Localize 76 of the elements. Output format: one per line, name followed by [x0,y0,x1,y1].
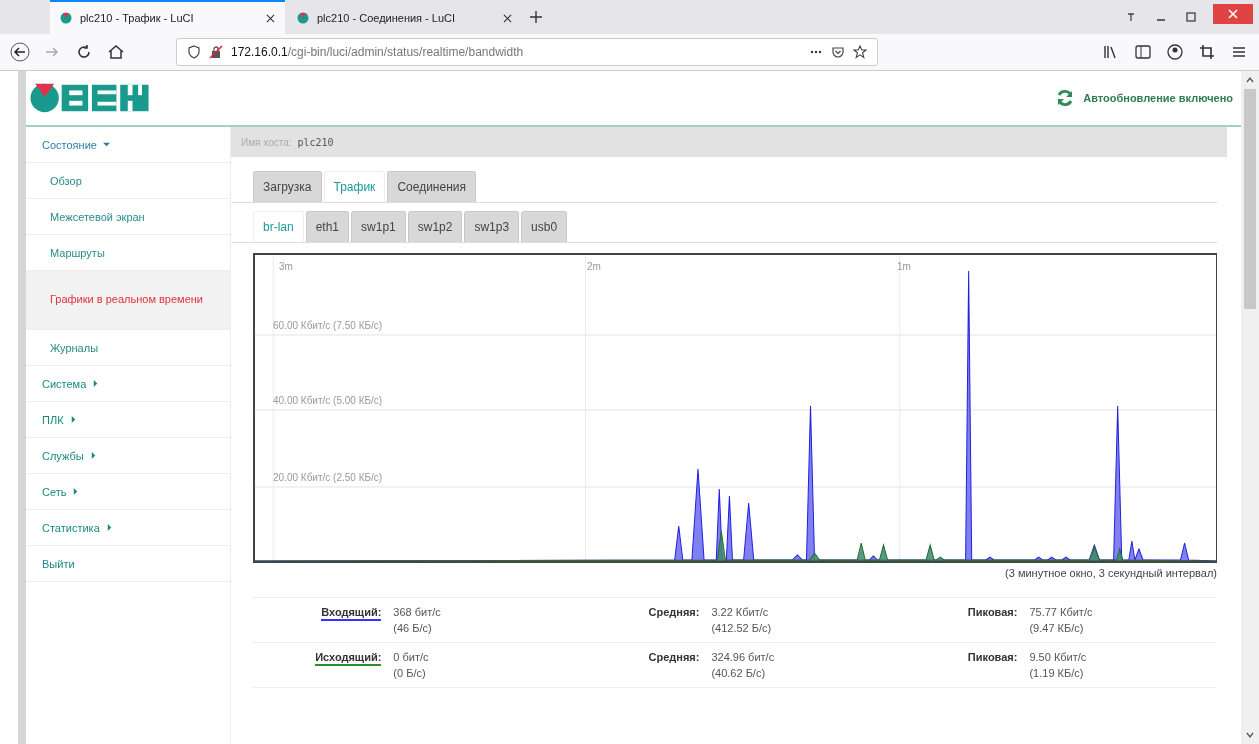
sidebar-subitem[interactable]: Обзор [26,163,230,199]
crop-icon[interactable] [1197,42,1217,62]
graph-caption: (3 минутное окно, 3 секундный интервал) [1004,567,1217,579]
rate-label: 20.00 Кбит/с (2.50 КБ/с) [273,472,383,483]
home-icon[interactable] [106,42,126,62]
favicon-icon [60,12,72,24]
rate-value: 368 бит/с [393,606,442,618]
interface-tab[interactable]: usb0 [521,211,568,242]
sidebar-item[interactable]: Состояние [26,127,230,163]
sidebar-subitem[interactable]: Журналы [26,330,230,366]
average-label: Средняя: [648,651,700,663]
peak-label: Пиковая: [967,606,1018,618]
sidebar-item[interactable]: Выйти [26,546,230,582]
sidebar-item[interactable]: Сеть [26,474,230,510]
sidebar-icon[interactable] [1133,42,1153,62]
interface-tab[interactable]: sw1p1 [351,211,406,242]
star-icon[interactable] [853,45,867,59]
favicon-icon [297,12,309,24]
caret-icon [72,488,80,495]
tab[interactable]: Загрузка [253,171,322,202]
rate-label: 40.00 Кбит/с (5.00 КБ/с) [273,395,383,406]
caret-icon [69,416,77,423]
maximize-icon[interactable] [1185,11,1197,23]
interface-tab[interactable]: eth1 [305,211,350,242]
sidebar-subitem[interactable]: Межсетевой экран [26,199,230,235]
average-value: 324.96 бит/с [711,651,776,663]
address-field[interactable]: 172.16.0.1/cgi-bin/luci/admin/status/realtime/bandwidth [176,38,878,66]
back-icon[interactable] [10,42,30,62]
peak-value: 9.50 Кбит/с [1029,651,1088,663]
interface-tab[interactable]: sw1p3 [464,211,520,242]
average-label: Средняя: [648,606,700,618]
scroll-down-icon[interactable] [1245,730,1255,740]
close-icon[interactable] [266,13,275,23]
rate-value: 0 бит/с [393,651,430,663]
sidebar-item[interactable]: Система [26,366,230,402]
peak-label: Пиковая: [967,651,1018,663]
sidebar-item[interactable]: ПЛК [26,402,230,438]
insecure-lock-icon [209,45,223,59]
scrollbar-thumb[interactable] [1244,89,1256,309]
peak-value: 75.77 Кбит/с [1029,606,1094,618]
caret-icon [92,380,100,387]
traffic-label: Исходящий: [315,651,382,666]
rate-label: 60.00 Кбит/с (7.50 КБ/с) [273,320,383,331]
interface-tab[interactable]: sw1p2 [407,211,463,242]
shield-icon [187,45,201,59]
time-label: 2m [587,261,601,272]
caret-icon [105,524,113,531]
hostname-value: plc210 [297,136,334,148]
average-value: 3.22 Кбит/с [711,606,770,618]
average-bytes: (40.62 Б/с) [711,667,767,679]
tab[interactable]: Трафик [323,171,386,202]
scrollbar[interactable] [1241,71,1259,744]
peak-bytes: (1.19 КБ/с) [1029,667,1085,679]
time-label: 3m [279,261,293,272]
autorefresh-link[interactable]: Автообновление включено [1083,92,1233,104]
sidebar-item[interactable]: Службы [26,438,230,474]
peak-bytes: (9.47 КБ/с) [1029,622,1085,634]
time-label: 1m [897,261,911,272]
account-icon[interactable] [1165,42,1185,62]
close-icon[interactable] [503,13,512,23]
caret-icon [102,141,110,148]
average-bytes: (412.52 Б/с) [711,622,773,634]
caret-icon [89,452,97,459]
sidebar-item[interactable]: Статистика [26,510,230,546]
rate-bytes: (0 Б/с) [393,667,427,679]
rate-bytes: (46 Б/с) [393,622,433,634]
new-tab-icon[interactable] [530,11,542,23]
traffic-label: Входящий: [321,606,382,621]
pocket-icon[interactable] [831,45,845,59]
interface-tab[interactable]: br-lan [253,211,304,242]
browser-tab[interactable]: plc210 - Соединения - LuCI [287,0,522,34]
scroll-up-icon[interactable] [1245,75,1255,85]
sidebar-subitem[interactable]: Графики в реальном времени [26,271,230,330]
pin-icon[interactable] [1125,11,1137,23]
tab[interactable]: Соединения [387,171,476,202]
browser-tab[interactable]: plc210 - Трафик - LuCI [50,0,285,34]
